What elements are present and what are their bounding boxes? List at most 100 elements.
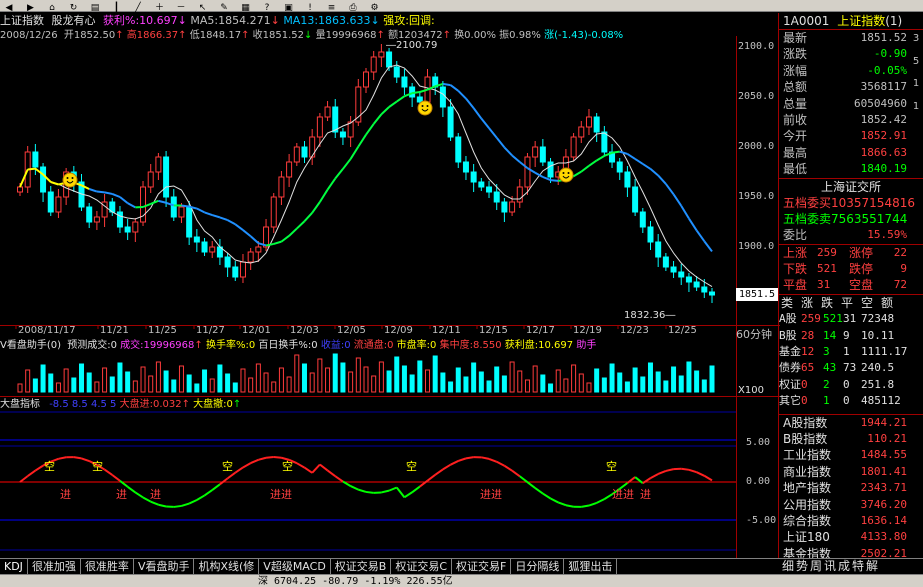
index-row[interactable]: 综合指数 1636.14 xyxy=(779,513,923,529)
dp-segment xyxy=(488,457,498,463)
bid-five: 五档委买10357154816 xyxy=(783,195,915,210)
candle-body xyxy=(93,216,100,223)
dp-segment xyxy=(426,474,436,482)
dp-segment xyxy=(465,456,474,460)
indicator-tab[interactable]: 权证交易B xyxy=(331,559,392,574)
ma13-segment xyxy=(334,168,344,180)
volume-bar xyxy=(248,377,254,393)
indicator-tab[interactable]: 狐狸出击 xyxy=(564,559,618,574)
ma13-segment xyxy=(411,91,420,95)
candle-body xyxy=(17,186,23,193)
dp-segment xyxy=(265,456,274,459)
candle-body xyxy=(416,96,423,103)
side-tab-bar[interactable]: 细势周讯成特解 xyxy=(778,558,923,574)
volume-bar xyxy=(255,363,261,393)
date-tick: 12/19 xyxy=(573,325,602,336)
dp-segment xyxy=(227,471,236,480)
ma13-segment xyxy=(311,201,321,214)
index-row[interactable]: 工业指数 1484.55 xyxy=(779,447,923,463)
dp-out-value: 大盘撤:0 xyxy=(193,399,233,410)
candle-body xyxy=(509,201,516,213)
date-tick: 11/21 xyxy=(100,325,129,336)
volume-bar xyxy=(148,375,154,393)
price-tick: 2050.0 xyxy=(738,91,775,102)
volume-bar xyxy=(163,370,169,393)
inflow-value: 收益:0 xyxy=(320,340,351,351)
candle-body xyxy=(170,196,177,218)
market-table-row: 其它 0 1 0 485112 xyxy=(779,394,901,408)
volume-bar xyxy=(178,365,184,393)
dp-segment xyxy=(519,475,529,483)
dp-segment xyxy=(395,486,406,498)
dp-segment xyxy=(411,485,421,494)
volume-bar xyxy=(678,375,684,393)
volume-bar xyxy=(86,372,92,393)
volume-bar xyxy=(63,368,69,393)
dp-segment xyxy=(681,467,690,471)
indicator-tab[interactable]: 权证交易C xyxy=(391,559,453,574)
dp-segment xyxy=(350,485,359,491)
stat-row: 上涨 259 涨停 22 xyxy=(783,245,907,260)
index-row[interactable]: 上证180 4133.80 xyxy=(779,529,923,545)
dp-segment xyxy=(211,483,221,491)
indicator-tab[interactable]: 机构X线(修 xyxy=(194,559,260,574)
index-row[interactable]: 地产指数 2343.71 xyxy=(779,480,923,496)
quote-row: 总额 3568117 xyxy=(779,79,923,95)
candle-body xyxy=(532,146,539,158)
hundred-day-turnover: 百日换手%:0 xyxy=(258,340,318,351)
quote-value: -0.05% xyxy=(867,63,907,77)
index-row[interactable]: A股指数 1944.21 xyxy=(779,415,923,431)
candle-body xyxy=(116,211,123,228)
quote-name: 上证指数 xyxy=(837,14,886,28)
chart-canvas[interactable]: 空空空空空空进进进进进进 进进 进进 xyxy=(0,0,780,558)
dp-segment xyxy=(103,468,113,476)
quote-value: 3568117 xyxy=(860,80,907,94)
indicator-tab[interactable]: 日分隔线 xyxy=(511,559,565,574)
candle-body xyxy=(224,256,231,268)
index-row[interactable]: 商业指数 1801.41 xyxy=(779,464,923,480)
candle-body xyxy=(670,266,677,273)
volume-bar xyxy=(186,374,192,393)
candle-body xyxy=(209,246,216,253)
candle-body xyxy=(678,271,685,278)
indicator-tab[interactable]: 很准胜率 xyxy=(81,559,134,574)
volume-bar xyxy=(386,370,392,393)
jinjin-mark: 进进 xyxy=(480,488,502,501)
index-row[interactable]: 公用指数 3746.20 xyxy=(779,497,923,513)
dp-segment xyxy=(442,463,452,471)
indicator-tab[interactable]: 很准加强 xyxy=(28,559,81,574)
kong-mark: 空 xyxy=(44,459,55,473)
indicator-tab[interactable]: 权证交易F xyxy=(452,559,512,574)
volume-bar xyxy=(109,376,115,393)
index-row[interactable]: B股指数 110.21 xyxy=(779,431,923,447)
volume-bar xyxy=(455,367,461,393)
dp-segment xyxy=(657,469,667,475)
jin-mark: 进 xyxy=(60,488,71,501)
dp-tick: 0.00 xyxy=(746,476,771,487)
stat-row: 平盘 31 空盘 72 xyxy=(783,278,907,293)
forecast-value: 预测成交:0 xyxy=(67,340,117,351)
ma13-segment xyxy=(626,153,636,160)
volume-bar xyxy=(440,372,446,393)
status-text: 深 6704.25 -80.79 -1.19% 226.55亿 xyxy=(258,576,453,587)
volume-bar xyxy=(640,376,646,393)
market-table-row: 基金 12 3 1 1111.17 xyxy=(779,345,908,359)
dp-in-value: 大盘进:0.032 xyxy=(119,399,182,410)
candle-body xyxy=(439,86,446,108)
price-tick: 1950.0 xyxy=(738,191,775,202)
candle-body xyxy=(86,206,93,223)
date-tick: 12/25 xyxy=(668,325,697,336)
dp-segment xyxy=(481,456,490,460)
indicator-tab[interactable]: V看盘助手 xyxy=(134,559,195,574)
volume-bar xyxy=(578,373,584,393)
ma13-segment xyxy=(211,214,221,219)
smiley-icon xyxy=(558,167,574,183)
volume-bar xyxy=(94,381,100,393)
indicator-tab[interactable]: KDJ xyxy=(0,559,28,574)
volume-bar xyxy=(417,360,423,393)
dp-segment xyxy=(588,501,597,507)
volume-bar xyxy=(263,372,269,393)
volume-bar xyxy=(225,373,231,393)
volume-bar xyxy=(194,383,200,393)
indicator-tab[interactable]: V超级MACD xyxy=(259,559,331,574)
